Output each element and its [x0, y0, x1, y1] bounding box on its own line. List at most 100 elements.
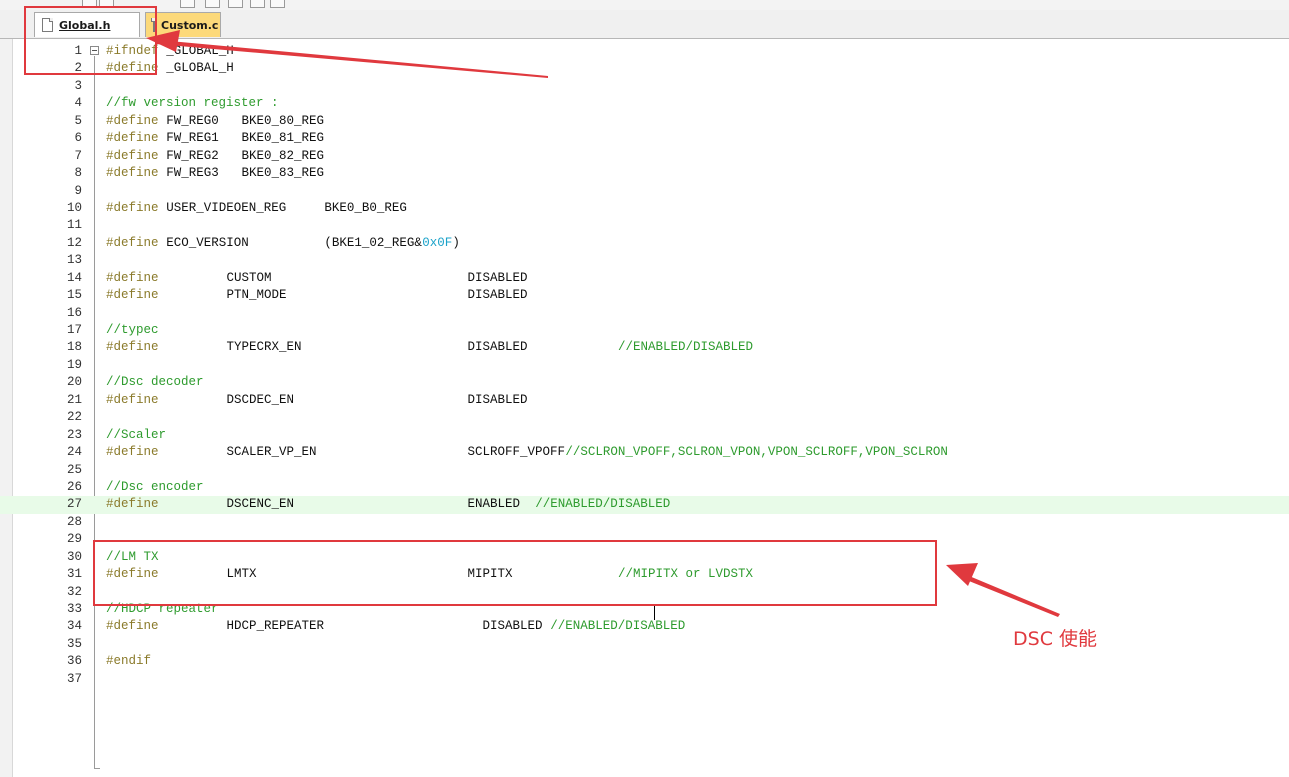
line-number: 34	[66, 619, 82, 634]
toolbar-button[interactable]	[228, 0, 243, 8]
code-line[interactable]: 22	[0, 409, 1289, 426]
code-line[interactable]: 6 #define FW_REG1 BKE0_81_REG	[0, 130, 1289, 147]
code-token: BKE0_B0_REG	[324, 200, 407, 215]
code-line[interactable]: 14 #define CUSTOM DISABLED	[0, 270, 1289, 287]
code-line[interactable]: 1 #ifndef _GLOBAL_H	[0, 43, 1289, 60]
code-editor[interactable]: 1 #ifndef _GLOBAL_H 2 #define _GLOBAL_H 3 4//fw…	[0, 39, 1289, 777]
code-token: DISABLED	[467, 288, 528, 303]
code-comment: //Scaler	[106, 427, 167, 442]
toolbar-button[interactable]	[270, 0, 285, 8]
code-comment: //typec	[106, 323, 159, 337]
line-number: 30	[66, 549, 82, 564]
code-token: FW_REG3	[166, 166, 219, 181]
code-token: BKE0_81_REG	[241, 131, 325, 146]
line-number: 10	[66, 200, 82, 215]
code-line[interactable]: 23 //Scaler	[0, 427, 1289, 444]
line-number: 36	[66, 654, 82, 669]
code-line[interactable]: 7 #define FW_REG2 BKE0_82_REG	[0, 148, 1289, 165]
line-number: 21	[66, 392, 82, 407]
code-line[interactable]: 16	[0, 305, 1289, 322]
tab-bar: Global.h Custom.c	[0, 10, 1289, 39]
line-number: 25	[66, 462, 82, 477]
code-line[interactable]: 26 //Dsc encoder	[0, 479, 1289, 496]
toolbar-button[interactable]	[205, 0, 220, 8]
code-line[interactable]: 17 //typec	[0, 322, 1289, 339]
code-token: HDCP_REPEATER	[226, 619, 324, 634]
line-number: 3	[74, 78, 82, 93]
code-line[interactable]: 21 #define DSCDEC_EN DISABLED	[0, 392, 1289, 409]
line-number: 23	[66, 427, 82, 442]
code-comment: //SCLRON_VPOFF,SCLRON_VPON,VPON_SCLROFF,…	[565, 445, 948, 460]
line-number: 37	[66, 671, 82, 686]
code-line[interactable]: 25	[0, 462, 1289, 479]
code-token: SCALER_VP_EN	[226, 445, 317, 460]
code-directive: #define	[106, 113, 159, 128]
code-line[interactable]: 9	[0, 183, 1289, 200]
code-token: )	[452, 235, 460, 250]
code-token: BKE0_83_REG	[241, 166, 325, 181]
code-line[interactable]: 13	[0, 252, 1289, 269]
code-line[interactable]: 11	[0, 217, 1289, 234]
line-number: 7	[74, 148, 82, 163]
line-number: 22	[66, 410, 82, 425]
line-number: 20	[66, 375, 82, 390]
code-directive: #define	[106, 235, 159, 250]
code-comment: //Dsc encoder	[106, 479, 204, 494]
code-token: BKE0_82_REG	[241, 148, 325, 163]
code-line[interactable]: 3	[0, 78, 1289, 95]
line-number: 27	[66, 497, 82, 512]
code-token: PTN_MODE	[226, 288, 287, 303]
code-line[interactable]: 24 #define SCALER_VP_EN SCLROFF_VPOFF//SCLR…	[0, 444, 1289, 461]
line-number: 8	[74, 166, 82, 181]
code-line[interactable]: 15 #define PTN_MODE DISABLED	[0, 287, 1289, 304]
code-line[interactable]: 5 #define FW_REG0 BKE0_80_REG	[0, 113, 1289, 130]
code-line[interactable]: 19	[0, 357, 1289, 374]
line-number: 26	[66, 479, 82, 494]
line-number: 12	[66, 235, 82, 250]
toolbar-button[interactable]	[180, 0, 195, 8]
text-caret	[654, 604, 655, 620]
line-number: 32	[66, 584, 82, 599]
code-token: DSCENC_EN	[226, 497, 294, 512]
code-directive: #define	[106, 445, 159, 460]
code-line[interactable]: 18 #define TYPECRX_EN DISABLED //ENABLED/DIS…	[0, 339, 1289, 356]
code-line[interactable]: 28	[0, 514, 1289, 531]
code-line[interactable]: 27 #define DSCENC_EN ENABLED //ENABLED/DISAB…	[0, 496, 1289, 514]
line-number: 13	[66, 253, 82, 268]
line-number: 29	[66, 532, 82, 547]
code-token: (BKE1_02_REG&	[324, 235, 422, 250]
code-token: DISABLED	[467, 340, 528, 355]
tab-label: Custom.c	[161, 18, 219, 32]
code-line[interactable]: 2 #define _GLOBAL_H	[0, 60, 1289, 77]
toolbar-button[interactable]	[250, 0, 265, 8]
code-token: ECO_VERSION	[166, 235, 249, 250]
code-directive: #define	[106, 148, 159, 163]
code-comment: //fw version register :	[106, 96, 279, 111]
line-number: 4	[74, 96, 82, 111]
code-directive: #define	[106, 340, 159, 355]
line-number: 19	[66, 357, 82, 372]
toolbar-strip	[0, 0, 1289, 10]
code-line[interactable]: 4 //fw version register :	[0, 95, 1289, 112]
line-number: 35	[66, 636, 82, 651]
line-number: 28	[66, 514, 82, 529]
code-line[interactable]: 36 #endif	[0, 653, 1289, 670]
code-token: TYPECRX_EN	[226, 340, 302, 355]
line-number: 5	[74, 113, 82, 128]
code-comment: //ENABLED/DISABLED	[550, 619, 686, 634]
code-directive: #define	[106, 619, 159, 634]
code-token: DISABLED	[467, 270, 528, 285]
line-number: 11	[66, 218, 82, 233]
code-token: DSCDEC_EN	[226, 392, 294, 407]
code-line[interactable]: 12 #define ECO_VERSION (BKE1_02_REG& 0x0F)	[0, 235, 1289, 252]
code-line[interactable]: 37	[0, 671, 1289, 688]
code-directive: #define	[106, 392, 159, 407]
code-line[interactable]: 20 //Dsc decoder	[0, 374, 1289, 391]
code-token: ENABLED	[467, 497, 520, 512]
line-number: 24	[66, 445, 82, 460]
code-line[interactable]: 10 #define USER_VIDEOEN_REG BKE0_B0_REG	[0, 200, 1289, 217]
code-line[interactable]: 8 #define FW_REG3 BKE0_83_REG	[0, 165, 1289, 182]
code-token: 0x0F	[422, 235, 453, 250]
code-token: _GLOBAL_H	[166, 61, 234, 76]
code-token: DISABLED	[482, 619, 543, 634]
